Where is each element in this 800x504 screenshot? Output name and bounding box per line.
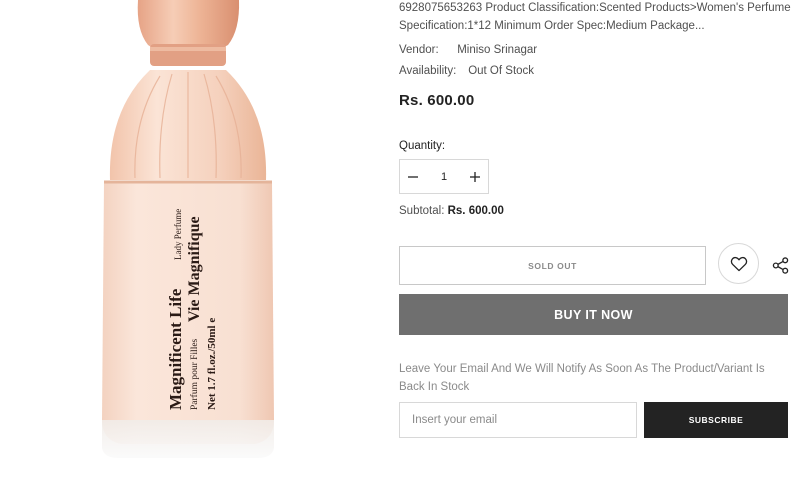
share-button[interactable] (771, 256, 789, 274)
subtotal-value: Rs. 600.00 (447, 205, 504, 217)
quantity-input[interactable]: 1 (426, 171, 462, 183)
subscribe-button[interactable]: SUBSCRIBE (644, 402, 788, 438)
svg-text:Net 1.7 fl.oz./50ml e: Net 1.7 fl.oz./50ml e (206, 318, 218, 410)
svg-text:Lady Perfume: Lady Perfume (173, 209, 183, 260)
email-input[interactable] (399, 402, 637, 438)
svg-text:Parfum pour Filles: Parfum pour Filles (189, 338, 200, 410)
quantity-increase-button[interactable] (462, 160, 488, 193)
wishlist-button[interactable] (718, 243, 759, 284)
plus-icon (470, 171, 480, 182)
product-description: 6928075653263 Product Classification:Sce… (399, 0, 794, 35)
svg-text:Vie Magnifique: Vie Magnifique (186, 216, 203, 322)
product-info: 6928075653263 Product Classification:Sce… (399, 0, 794, 504)
sold-out-button[interactable]: SOLD OUT (399, 246, 706, 285)
minus-icon (408, 175, 418, 178)
heart-icon (730, 256, 747, 271)
description-line: Specification:1*12 Minimum Order Spec:Me… (399, 20, 705, 32)
availability-value: Out Of Stock (468, 65, 535, 77)
vendor-value[interactable]: Miniso Srinagar (457, 44, 537, 56)
description-line: 6928075653263 Product Classification:Sce… (399, 2, 791, 14)
back-in-stock-message: Leave Your Email And We Will Notify As S… (399, 363, 765, 393)
buy-now-button[interactable]: BUY IT NOW (399, 294, 788, 335)
quantity-label: Quantity: (399, 140, 446, 152)
share-icon (772, 256, 788, 274)
product-image[interactable]: Magnificent Life Lady Perfume Parfum pou… (0, 0, 370, 504)
subtotal-label: Subtotal: (399, 205, 445, 217)
availability-row: Availability: Out Of Stock (399, 65, 534, 77)
subtotal-row: Subtotal: Rs. 600.00 (399, 205, 504, 217)
perfume-bottle-image: Magnificent Life Lady Perfume Parfum pou… (102, 0, 274, 458)
availability-label: Availability: (399, 65, 457, 77)
product-price: Rs. 600.00 (399, 92, 475, 109)
svg-text:Magnificent Life: Magnificent Life (166, 288, 185, 410)
vendor-label: Vendor: (399, 44, 439, 56)
quantity-stepper: 1 (399, 159, 489, 194)
vendor-row: Vendor: Miniso Srinagar (399, 44, 537, 56)
quantity-decrease-button[interactable] (400, 160, 426, 193)
